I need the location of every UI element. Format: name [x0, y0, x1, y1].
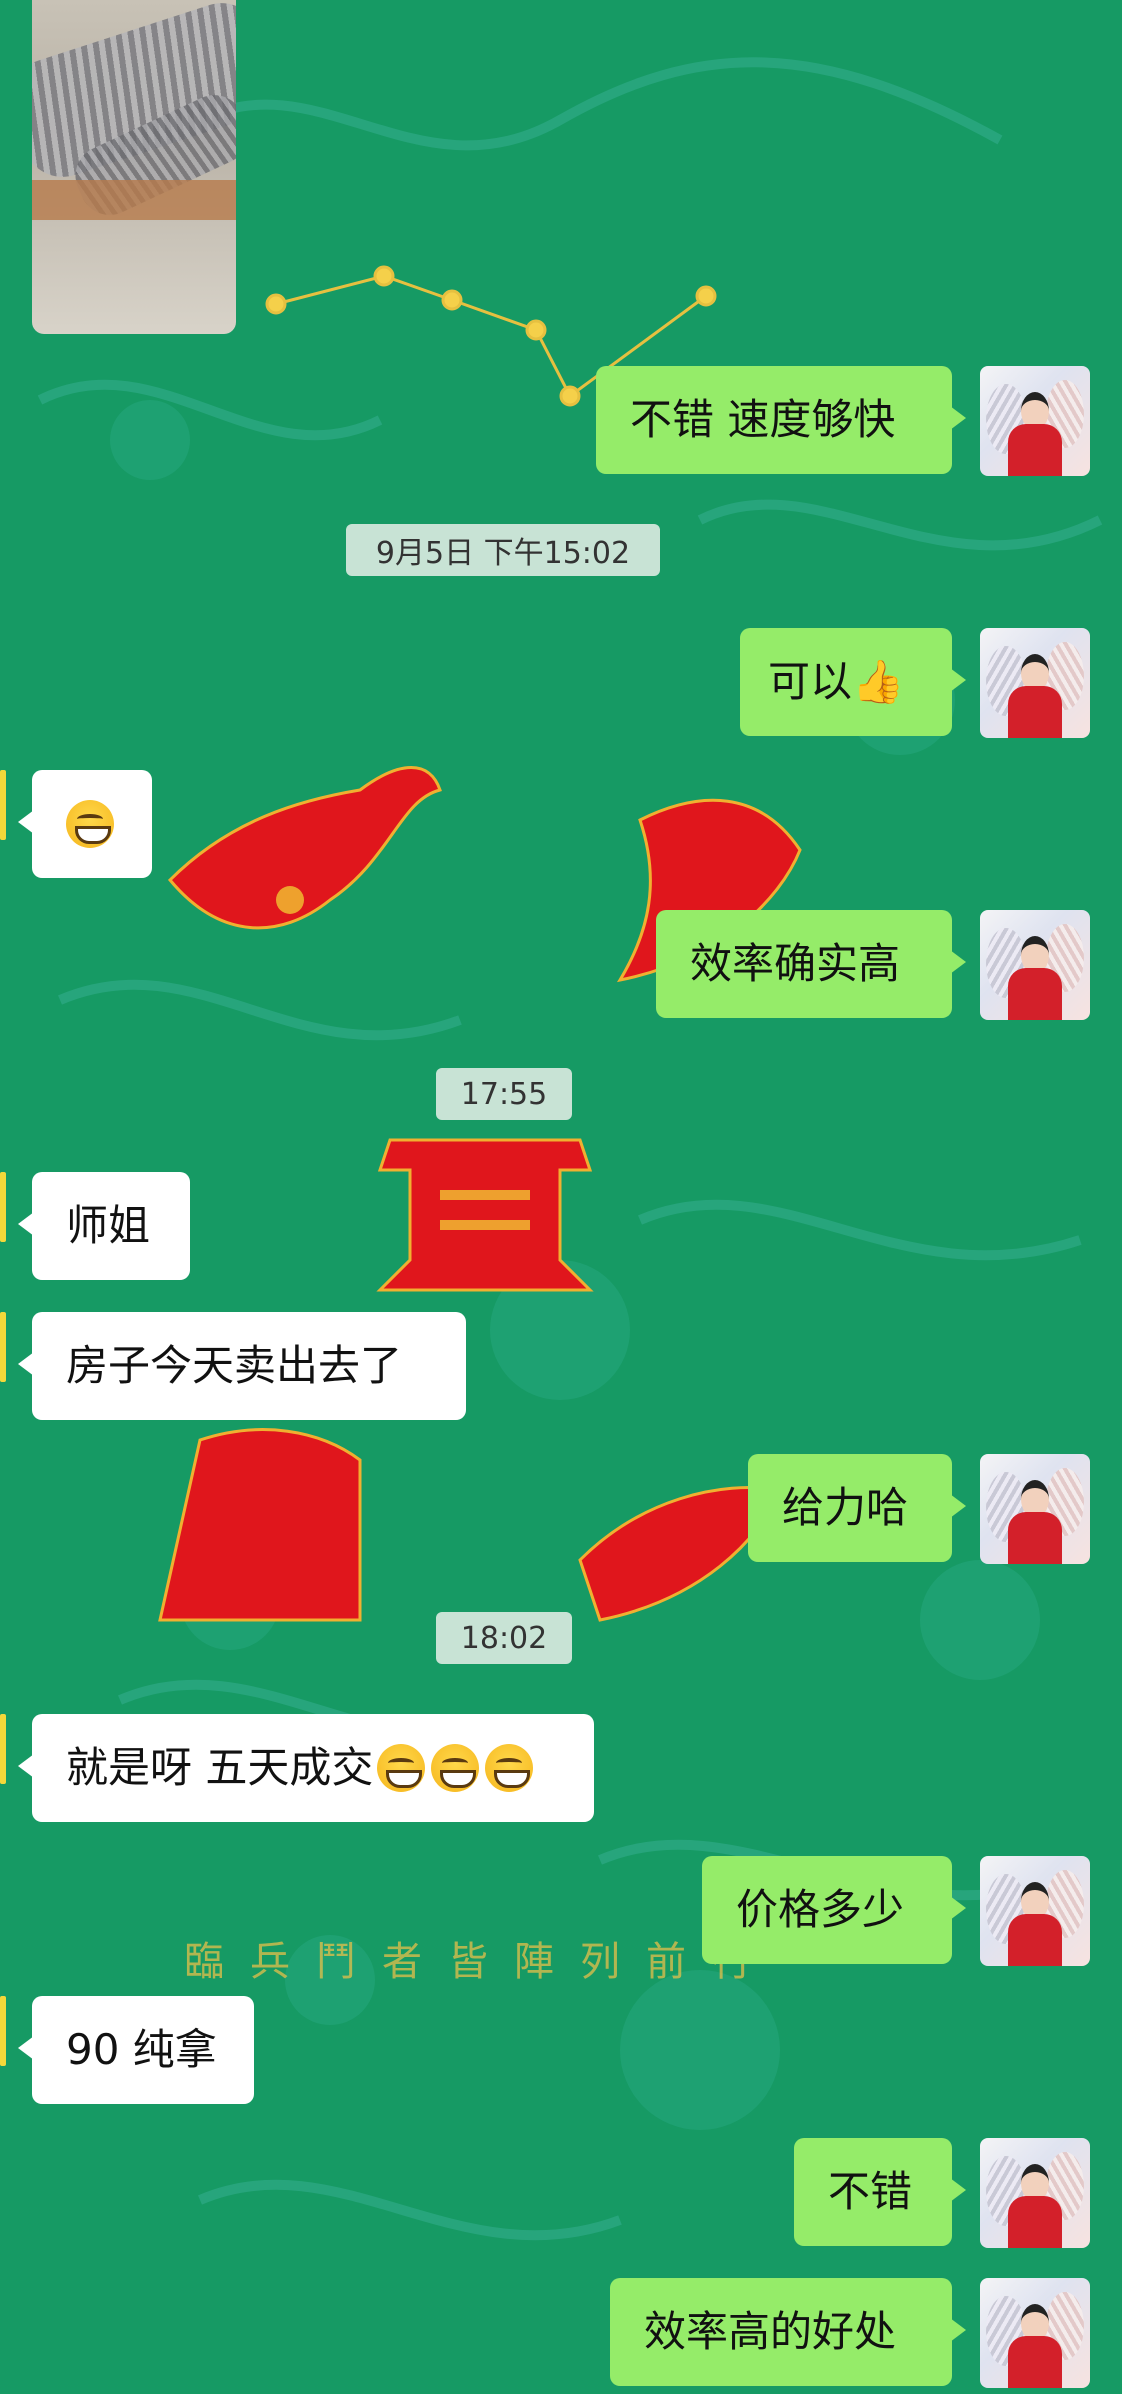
message-text: 效率高的好处	[644, 2307, 897, 2356]
chat-bubble[interactable]: 不错	[794, 2138, 966, 2246]
incoming-marker	[0, 770, 6, 840]
grinning-face-icon	[485, 1744, 534, 1792]
incoming-marker	[0, 1312, 6, 1382]
chat-bubble[interactable]	[18, 770, 152, 878]
chat-bubble[interactable]: 给力哈	[748, 1454, 966, 1562]
grinning-face-icon	[377, 1744, 426, 1792]
avatar[interactable]	[980, 2138, 1090, 2248]
message-text: 就是呀 五天成交	[66, 1743, 374, 1792]
avatar[interactable]	[980, 1856, 1090, 1966]
message-text: 90 纯拿	[66, 2025, 217, 2074]
chat-bubble[interactable]: 师姐	[18, 1172, 190, 1280]
chat-bubble[interactable]: 价格多少	[702, 1856, 966, 1964]
timestamp: 9月5日 下午15:02	[346, 524, 660, 576]
avatar[interactable]	[980, 628, 1090, 738]
incoming-marker	[0, 1172, 6, 1242]
message-text: 可以	[768, 657, 853, 706]
image-wood-strip	[32, 180, 236, 220]
timestamp: 18:02	[436, 1612, 572, 1664]
avatar[interactable]	[980, 1454, 1090, 1564]
message-text: 房子今天卖出去了	[66, 1341, 403, 1390]
chat-bubble[interactable]: 就是呀 五天成交	[18, 1714, 594, 1822]
avatar[interactable]	[980, 910, 1090, 1020]
chat-bubble[interactable]: 可以 👍	[740, 628, 966, 736]
chat-bubble[interactable]: 效率高的好处	[610, 2278, 966, 2386]
avatar[interactable]	[980, 2278, 1090, 2388]
incoming-marker	[0, 1996, 6, 2066]
grinning-face-icon	[431, 1744, 480, 1792]
incoming-marker	[0, 1714, 6, 1784]
message-text: 师姐	[66, 1201, 151, 1250]
message-text: 给力哈	[782, 1483, 909, 1532]
chat-bubble[interactable]: 房子今天卖出去了	[18, 1312, 466, 1420]
avatar[interactable]	[980, 366, 1090, 476]
message-text: 不错 速度够快	[630, 395, 896, 444]
timestamp: 17:55	[436, 1068, 572, 1120]
grinning-face-icon	[66, 800, 114, 848]
chat-bubble[interactable]: 不错 速度够快	[596, 366, 966, 474]
svg-text:臨兵鬥者皆陣列前行: 臨兵鬥者皆陣列前行	[184, 1939, 778, 1985]
chat-bubble[interactable]: 90 纯拿	[18, 1996, 254, 2104]
shared-image-thumbnail[interactable]	[32, 0, 236, 334]
message-text: 价格多少	[736, 1885, 905, 1934]
chat-bubble[interactable]: 效率确实高	[656, 910, 966, 1018]
thumbs-up-icon: 👍	[852, 657, 905, 706]
message-text: 效率确实高	[690, 939, 901, 988]
message-text: 不错	[828, 2167, 913, 2216]
